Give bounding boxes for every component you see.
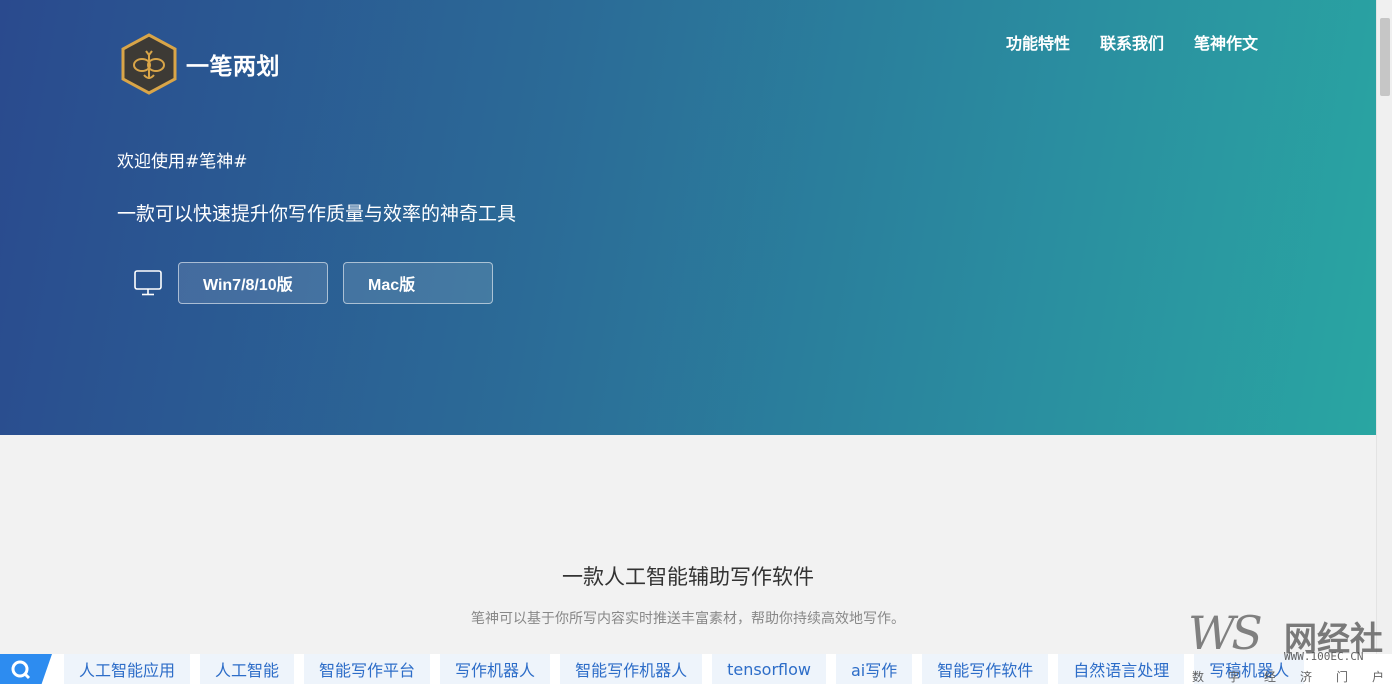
tag-item[interactable]: 人工智能	[200, 654, 295, 684]
tag-item[interactable]: ai写作	[836, 654, 913, 684]
nav-contact[interactable]: 联系我们	[1100, 30, 1164, 54]
tag-item[interactable]: 智能写作软件	[922, 654, 1049, 684]
top-nav: 功能特性 联系我们 笔神作文	[1006, 30, 1258, 54]
tag-list: 人工智能应用 人工智能 智能写作平台 写作机器人 智能写作机器人 tensorf…	[64, 654, 1305, 684]
download-mac-button[interactable]: Mac版	[343, 262, 493, 304]
brand-logo[interactable]: 一笔两划	[120, 33, 280, 95]
download-windows-button[interactable]: Win7/8/10版	[178, 262, 328, 304]
search-icon	[11, 660, 31, 680]
welcome-text: 欢迎使用#笔神#	[117, 152, 248, 172]
nav-essay[interactable]: 笔神作文	[1194, 30, 1258, 54]
scrollbar-thumb[interactable]	[1380, 18, 1390, 96]
tag-item[interactable]: 人工智能应用	[64, 654, 191, 684]
tag-item[interactable]: 自然语言处理	[1058, 654, 1185, 684]
brand-name: 一笔两划	[186, 54, 280, 80]
page-scrollbar[interactable]	[1376, 0, 1392, 684]
keyword-tag-bar: 人工智能应用 人工智能 智能写作平台 写作机器人 智能写作机器人 tensorf…	[0, 654, 1392, 684]
tag-item[interactable]: 智能写作平台	[304, 654, 431, 684]
watermark-slogan: 数字经济门户	[1192, 670, 1392, 684]
hero-banner: 一笔两划 功能特性 联系我们 笔神作文 欢迎使用#笔神# 一款可以快速提升你写作…	[0, 0, 1376, 435]
hero-tagline: 一款可以快速提升你写作质量与效率的神奇工具	[117, 203, 517, 225]
watermark-ws: WS	[1188, 606, 1263, 660]
download-group: Win7/8/10版 Mac版	[133, 262, 508, 304]
tag-item[interactable]: 智能写作机器人	[560, 654, 703, 684]
bee-logo-icon	[121, 33, 177, 95]
nav-features[interactable]: 功能特性	[1006, 30, 1070, 54]
section-subtitle: 笔神可以基于你所写内容实时推送丰富素材，帮助你持续高效地写作。	[471, 611, 905, 627]
watermark-logo: WS 网经社 WWW.100EC.CN 数字经济门户	[1188, 606, 1392, 684]
tag-search-button[interactable]	[0, 654, 52, 684]
tag-item[interactable]: 写作机器人	[440, 654, 551, 684]
tag-item[interactable]: tensorflow	[712, 654, 826, 684]
monitor-icon	[134, 270, 162, 296]
watermark-url: WWW.100EC.CN	[1284, 650, 1364, 663]
section-title: 一款人工智能辅助写作软件	[562, 565, 814, 589]
